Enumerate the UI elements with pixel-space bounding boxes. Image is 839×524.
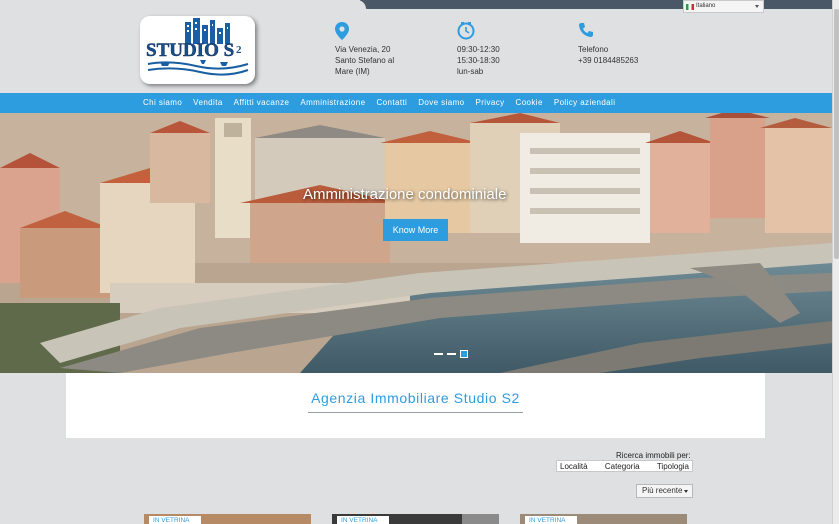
search-tab-tipologia[interactable]: Tipologia <box>657 461 689 471</box>
phone-line: Telefono <box>578 45 609 54</box>
scrollbar-thumb[interactable] <box>834 9 839 259</box>
map-pin-icon <box>335 22 394 42</box>
site-logo[interactable]: STUDIO S 2 <box>140 16 255 84</box>
title-underline <box>308 412 523 413</box>
intro-panel: Agenzia Immobiliare Studio S2 <box>66 373 765 438</box>
svg-text:2: 2 <box>236 44 242 56</box>
slider-dot[interactable] <box>434 353 443 355</box>
featured-badge: IN VETRINA <box>337 516 389 524</box>
svg-text:STUDIO S: STUDIO S <box>146 40 234 61</box>
search-tab-localita[interactable]: Località <box>560 461 588 471</box>
sort-label: Più recente <box>642 486 683 495</box>
phone-block: Telefono +39 0184485263 <box>578 22 638 66</box>
page-title: Agenzia Immobiliare Studio S2 <box>311 390 520 406</box>
main-nav: Chi siamo Vendita Affitti vacanze Ammini… <box>0 93 832 113</box>
listing-card[interactable]: IN VETRINA <box>144 514 311 524</box>
listing-card[interactable]: IN VETRINA <box>332 514 499 524</box>
hero-image <box>0 113 832 373</box>
address-block: Via Venezia, 20 Santo Stefano al Mare (I… <box>335 22 394 77</box>
nav-item-vendita[interactable]: Vendita <box>193 93 223 113</box>
address-line: Via Venezia, 20 <box>335 45 391 54</box>
nav-item-amministrazione[interactable]: Amministrazione <box>300 93 365 113</box>
hours-block: 09:30-12:30 15:30-18:30 lun-sab <box>457 22 500 77</box>
nav-item-contatti[interactable]: Contatti <box>376 93 407 113</box>
chevron-down-icon <box>684 490 688 493</box>
search-label: Ricerca immobili per: <box>616 451 691 460</box>
chevron-down-icon <box>755 5 759 8</box>
phone-icon <box>578 22 638 42</box>
hours-line: 15:30-18:30 <box>457 56 500 65</box>
search-tab-categoria[interactable]: Categoria <box>605 461 640 471</box>
know-more-button[interactable]: Know More <box>383 219 448 241</box>
nav-item-dove-siamo[interactable]: Dove siamo <box>418 93 464 113</box>
address-line: Mare (IM) <box>335 67 370 76</box>
featured-badge: IN VETRINA <box>149 516 201 524</box>
address-line: Santo Stefano al <box>335 56 395 65</box>
italy-flag-icon <box>686 4 694 10</box>
hero-title: Amministrazione condominiale <box>303 186 507 203</box>
top-bar <box>360 0 839 9</box>
hours-line: lun-sab <box>457 67 484 76</box>
hours-line: 09:30-12:30 <box>457 45 500 54</box>
clock-icon <box>457 22 500 42</box>
hero-slider[interactable] <box>0 113 832 373</box>
phone-line[interactable]: +39 0184485263 <box>578 55 638 66</box>
page-scrollbar[interactable] <box>832 0 839 524</box>
slider-dot[interactable] <box>447 353 456 355</box>
featured-badge: IN VETRINA <box>525 516 577 524</box>
nav-item-cookie[interactable]: Cookie <box>516 93 543 113</box>
nav-item-policy-aziendali[interactable]: Policy aziendali <box>554 93 616 113</box>
slider-dots <box>434 350 472 358</box>
sort-select[interactable]: Più recente <box>636 484 693 498</box>
language-select[interactable]: Italiano <box>683 0 764 13</box>
nav-item-affitti-vacanze[interactable]: Affitti vacanze <box>234 93 290 113</box>
search-tabs: Località Categoria Tipologia <box>556 460 693 472</box>
listing-card[interactable]: IN VETRINA <box>520 514 687 524</box>
nav-item-privacy[interactable]: Privacy <box>476 93 505 113</box>
nav-item-chi-siamo[interactable]: Chi siamo <box>143 93 182 113</box>
slider-dot-active[interactable] <box>460 350 468 358</box>
language-label: Italiano <box>696 3 716 9</box>
